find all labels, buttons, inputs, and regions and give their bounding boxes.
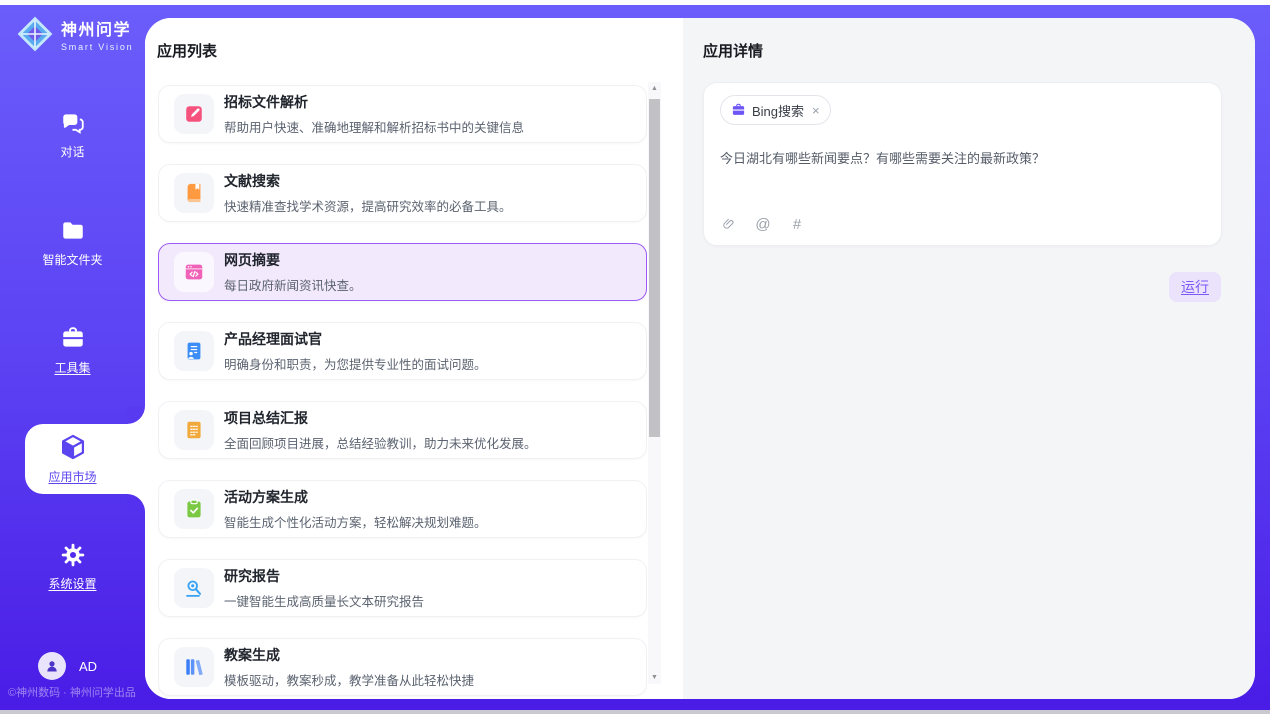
doc-person-icon [174,331,214,371]
scroll-down-arrow-icon[interactable]: ▼ [648,674,661,681]
doc-lines-icon [174,410,214,450]
app-card-meta: 教案生成模板驱动，教案秒成，教学准备从此轻松快捷 [224,645,474,689]
scrollbar[interactable]: ▲ ▼ [648,82,661,684]
app-description: 帮助用户快速、准确地理解和解析招标书中的关键信息 [224,117,524,136]
app-name: 网页摘要 [224,250,362,270]
sidebar-item-chat[interactable]: 对话 [0,81,145,189]
app-card-meta: 文献搜索快速精准查找学术资源，提高研究效率的必备工具。 [224,171,512,215]
app-name: 教案生成 [224,645,474,665]
book-icon [174,173,214,213]
bottom-edge-strip [0,710,1270,714]
app-card-research-report[interactable]: 研究报告一键智能生成高质量长文本研究报告 [158,559,647,617]
sidebar: 神州问学 Smart Vision 对话智能文件夹工具集应用市场系统设置 AD … [0,5,145,710]
user-initials: AD [79,659,97,674]
app-card-meta: 产品经理面试官明确身份和职责，为您提供专业性的面试问题。 [224,329,487,373]
avatar [38,652,66,680]
browser-code-icon [174,252,214,292]
logo-text: 神州问学 Smart Vision [61,16,133,52]
logo-diamond-icon [16,15,54,53]
app-list-title: 应用列表 [157,40,217,61]
sidebar-item-app-market[interactable]: 应用市场 [0,405,145,513]
app-card-pm-interviewer[interactable]: 产品经理面试官明确身份和职责，为您提供专业性的面试问题。 [158,322,647,380]
app-description: 明确身份和职责，为您提供专业性的面试问题。 [224,354,487,373]
run-button[interactable]: 运行 [1169,272,1221,302]
app-name: 产品经理面试官 [224,329,487,349]
app-description: 快速精准查找学术资源，提高研究效率的必备工具。 [224,196,512,215]
prompt-card: Bing搜索 × 今日湖北有哪些新闻要点？有哪些需要关注的最新政策？ @# [703,82,1222,246]
app-description: 模板驱动，教案秒成，教学准备从此轻松快捷 [224,670,474,689]
clipboard-check-icon [174,489,214,529]
app-name: 活动方案生成 [224,487,487,507]
app-card-meta: 项目总结汇报全面回顾项目进展，总结经验教训，助力未来优化发展。 [224,408,537,452]
sidebar-item-label: 系统设置 [48,575,96,592]
sidebar-item-label: 工具集 [54,359,90,376]
app-card-meta: 活动方案生成智能生成个性化活动方案，轻松解决规划难题。 [224,487,487,531]
app-name: 项目总结汇报 [224,408,537,428]
sidebar-item-label: 应用市场 [48,468,96,485]
books-icon [174,647,214,687]
toolbox-icon [60,326,86,352]
main-content: 应用列表 招标文件解析帮助用户快速、准确地理解和解析招标书中的关键信息文献搜索快… [145,18,1255,699]
at-icon[interactable]: @ [754,215,772,233]
app-description: 全面回顾项目进展，总结经验教训，助力未来优化发展。 [224,433,537,452]
app-card-bid-parse[interactable]: 招标文件解析帮助用户快速、准确地理解和解析招标书中的关键信息 [158,85,647,143]
app-list: 招标文件解析帮助用户快速、准确地理解和解析招标书中的关键信息文献搜索快速精准查找… [158,85,647,699]
app-card-meta: 网页摘要每日政府新闻资讯快查。 [224,250,362,294]
logo: 神州问学 Smart Vision [16,15,133,53]
sidebar-item-toolset[interactable]: 工具集 [0,297,145,405]
prompt-toolbar: @# [720,215,806,233]
copyright: ©神州数码 · 神州问学出品 [8,684,136,700]
app-name: 文献搜索 [224,171,512,191]
brand-name: 神州问学 [61,16,133,40]
cube-icon [59,433,87,461]
tab-fillet-top [127,406,145,424]
folder-icon [60,218,86,244]
app-detail-panel: 应用详情 Bing搜索 × 今日湖北有哪些新闻要点？有哪些需要关注的最新政策？ … [683,18,1255,699]
prompt-text[interactable]: 今日湖北有哪些新闻要点？有哪些需要关注的最新政策？ [720,149,1205,169]
pen-square-icon [174,94,214,134]
briefcase-icon [731,103,746,118]
app-card-meta: 研究报告一键智能生成高质量长文本研究报告 [224,566,424,610]
app-name: 研究报告 [224,566,424,586]
scroll-up-arrow-icon[interactable]: ▲ [648,85,661,92]
gear-icon [60,542,86,568]
app-card-meta: 招标文件解析帮助用户快速、准确地理解和解析招标书中的关键信息 [224,92,524,136]
microscope-icon [174,568,214,608]
brand-subtitle: Smart Vision [61,42,133,52]
sidebar-item-label: 智能文件夹 [42,251,102,268]
app-card-literature-search[interactable]: 文献搜索快速精准查找学术资源，提高研究效率的必备工具。 [158,164,647,222]
tag-close-icon[interactable]: × [810,103,820,118]
scrollbar-thumb[interactable] [649,99,660,437]
app-description: 一键智能生成高质量长文本研究报告 [224,591,424,610]
tab-fillet-bottom [127,494,145,512]
user-chip[interactable]: AD [38,652,97,680]
paperclip-icon[interactable] [720,215,738,233]
app-card-event-plan[interactable]: 活动方案生成智能生成个性化活动方案，轻松解决规划难题。 [158,480,647,538]
app-card-project-summary[interactable]: 项目总结汇报全面回顾项目进展，总结经验教训，助力未来优化发展。 [158,401,647,459]
app-detail-title: 应用详情 [703,40,763,61]
app-card-web-summary[interactable]: 网页摘要每日政府新闻资讯快查。 [158,243,647,301]
chat-icon [60,110,86,136]
sidebar-item-smart-folder[interactable]: 智能文件夹 [0,189,145,297]
app-description: 智能生成个性化活动方案，轻松解决规划难题。 [224,512,487,531]
tool-tag[interactable]: Bing搜索 × [720,95,831,125]
app-list-panel: 应用列表 招标文件解析帮助用户快速、准确地理解和解析招标书中的关键信息文献搜索快… [145,18,683,699]
hash-icon[interactable]: # [788,215,806,233]
app-window: 神州问学 Smart Vision 对话智能文件夹工具集应用市场系统设置 AD … [0,0,1270,714]
app-card-lesson-plan[interactable]: 教案生成模板驱动，教案秒成，教学准备从此轻松快捷 [158,638,647,696]
app-description: 每日政府新闻资讯快查。 [224,275,362,294]
sidebar-item-settings[interactable]: 系统设置 [0,513,145,621]
app-background: 神州问学 Smart Vision 对话智能文件夹工具集应用市场系统设置 AD … [0,5,1270,710]
sidebar-nav: 对话智能文件夹工具集应用市场系统设置 [0,81,145,621]
tool-tag-label: Bing搜索 [752,101,804,120]
app-name: 招标文件解析 [224,92,524,112]
sidebar-item-label: 对话 [60,143,84,160]
